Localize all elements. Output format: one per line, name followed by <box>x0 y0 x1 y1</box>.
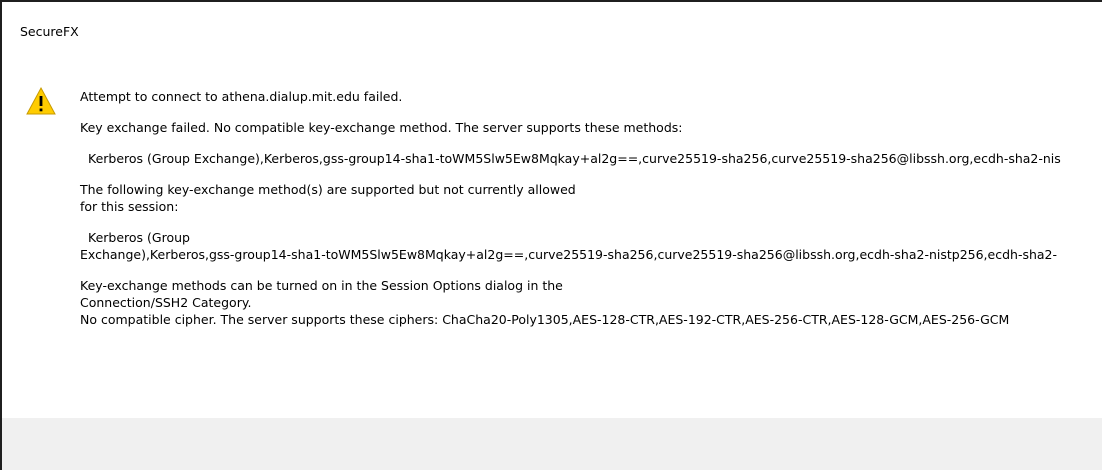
not-allowed-text-1: The following key-exchange method(s) are… <box>80 182 576 197</box>
connect-failed-text: Attempt to connect to athena.dialup.mit.… <box>80 89 403 104</box>
key-exchange-failed-text: Key exchange failed. No compatible key-e… <box>80 120 683 135</box>
warning-icon <box>26 86 56 115</box>
server-methods-text: Kerberos (Group Exchange),Kerberos,gss-g… <box>88 151 1061 166</box>
cipher-failed-text: No compatible cipher. The server support… <box>80 312 1010 327</box>
not-allowed-text-2: for this session: <box>80 199 179 214</box>
error-dialog: SecureFX Attempt to connect to athena.di… <box>0 0 1102 470</box>
supported-methods-text-2: Exchange),Kerberos,gss-group14-sha1-toWM… <box>80 247 1058 262</box>
session-options-hint-2: Connection/SSH2 Category. <box>80 295 252 310</box>
supported-methods-text-1: Kerberos (Group <box>88 230 190 245</box>
session-options-hint-1: Key-exchange methods can be turned on in… <box>80 278 563 293</box>
dialog-footer <box>2 418 1102 470</box>
dialog-title: SecureFX <box>20 24 79 39</box>
error-message: Attempt to connect to athena.dialup.mit.… <box>80 88 1102 328</box>
